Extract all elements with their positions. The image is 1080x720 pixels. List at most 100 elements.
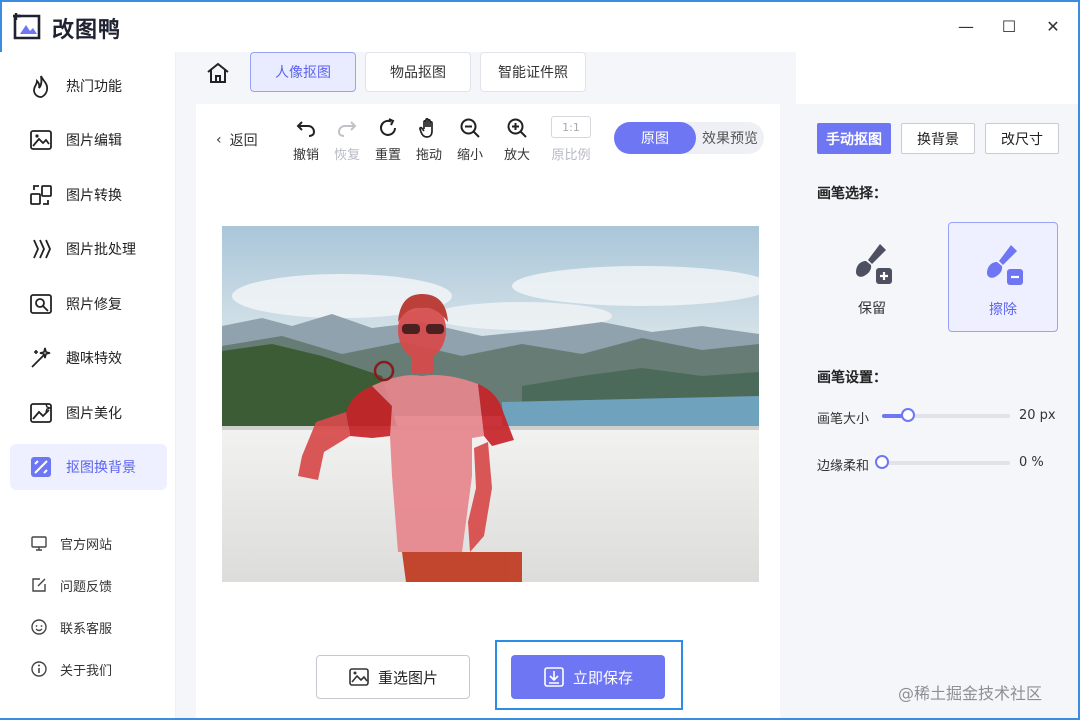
zoom-in-label: 放大 (503, 148, 530, 163)
home-icon[interactable] (205, 60, 231, 86)
sidebar-link-label: 官方网站 (60, 537, 113, 553)
sidebar-link-about[interactable]: 关于我们 (30, 658, 112, 680)
undo-icon (296, 121, 316, 137)
download-icon (544, 667, 564, 687)
brush-size-value: 20 px (1019, 408, 1056, 423)
brush-erase-option[interactable]: 擦除 (948, 222, 1058, 332)
edge-feather-slider[interactable] (875, 455, 1010, 469)
close-button[interactable]: ✕ (1041, 14, 1065, 38)
sidebar-item-label: 抠图换背景 (66, 460, 136, 476)
title-bar: 改图鸭 — ☐ ✕ (0, 0, 1080, 52)
view-original-button[interactable]: 原图 (614, 122, 696, 154)
zoom-out-label: 缩小 (456, 148, 483, 163)
brush-keep-label: 保留 (858, 301, 886, 317)
brush-erase-icon (987, 245, 1023, 285)
watermark: @稀土掘金技术社区 (898, 684, 1043, 703)
sidebar-link-label: 问题反馈 (60, 579, 113, 595)
back-button[interactable]: ‹ 返回 (216, 130, 258, 150)
sidebar-item-label: 图片美化 (66, 406, 122, 422)
change-background-button[interactable]: 换背景 (901, 123, 975, 154)
sidebar-item-label: 趣味特效 (66, 351, 122, 367)
sidebar-item-image-edit[interactable]: 图片编辑 (10, 117, 167, 163)
brush-size-label: 画笔大小 (817, 412, 870, 427)
app-logo-icon (13, 13, 41, 40)
minimize-icon: — (958, 16, 974, 36)
reselect-image-button[interactable]: 重选图片 (316, 655, 470, 699)
close-icon: ✕ (1046, 16, 1060, 36)
reselect-label: 重选图片 (377, 668, 438, 687)
edge-feather-value: 0 % (1019, 455, 1044, 470)
maximize-icon: ☐ (1001, 16, 1017, 36)
reset-button[interactable]: 重置 (368, 116, 408, 166)
redo-button[interactable]: 恢复 (327, 116, 367, 166)
beautify-icon (30, 403, 53, 423)
image-edit-icon (30, 130, 52, 150)
sidebar-link-support[interactable]: 联系客服 (30, 616, 112, 638)
brush-settings-title: 画笔设置： (817, 370, 887, 386)
sidebar-link-label: 关于我们 (60, 663, 113, 679)
brush-keep-icon (856, 244, 892, 284)
drag-button[interactable]: 拖动 (409, 116, 449, 166)
cutout-icon (31, 457, 51, 477)
sidebar-item-hot[interactable]: 热门功能 (10, 63, 167, 109)
back-label: 返回 (229, 133, 258, 149)
tab-id-photo[interactable]: 智能证件照 (480, 52, 586, 92)
hand-icon (419, 118, 433, 138)
manual-cutout-button[interactable]: 手动抠图 (817, 123, 891, 154)
drag-label: 拖动 (415, 148, 442, 163)
monitor-icon (31, 536, 47, 551)
flame-icon (33, 75, 49, 98)
view-toggle: 原图 效果预览 (614, 122, 764, 154)
batch-icon (33, 239, 51, 259)
minimize-button[interactable]: — (954, 14, 978, 38)
original-ratio-label: 原比例 (551, 148, 591, 163)
tab-object-cutout[interactable]: 物品抠图 (365, 52, 471, 92)
brush-size-slider[interactable] (882, 408, 1010, 422)
ratio-icon: 1:1 (551, 116, 591, 138)
sidebar-link-website[interactable]: 官方网站 (30, 532, 112, 554)
edge-feather-label: 边缘柔和 (817, 459, 870, 474)
save-label: 立即保存 (572, 668, 633, 687)
sidebar-item-convert[interactable]: 图片转换 (10, 172, 167, 218)
sidebar-item-label: 图片转换 (66, 188, 122, 204)
app-title: 改图鸭 (52, 18, 122, 43)
sidebar-link-label: 联系客服 (60, 621, 113, 637)
sidebar-link-feedback[interactable]: 问题反馈 (30, 574, 112, 596)
zoom-out-button[interactable]: 缩小 (450, 116, 490, 166)
sidebar-item-label: 图片批处理 (66, 242, 136, 258)
sidebar-item-effects[interactable]: 趣味特效 (10, 335, 167, 381)
brush-erase-label: 擦除 (989, 302, 1017, 318)
sidebar-item-batch[interactable]: 图片批处理 (10, 226, 167, 272)
tab-portrait-cutout[interactable]: 人像抠图 (250, 52, 356, 92)
maximize-button[interactable]: ☐ (997, 14, 1021, 38)
save-button[interactable]: 立即保存 (511, 655, 665, 699)
image-icon (349, 668, 369, 686)
reset-icon (380, 118, 396, 136)
sidebar-item-label: 热门功能 (66, 79, 122, 95)
resize-button[interactable]: 改尺寸 (985, 123, 1059, 154)
undo-label: 撤销 (292, 148, 319, 163)
brush-select-title: 画笔选择： (817, 186, 887, 202)
repair-icon (30, 294, 52, 314)
edge-feather-knob[interactable] (875, 455, 889, 469)
redo-icon (337, 121, 357, 137)
feedback-icon (32, 578, 46, 592)
sidebar-item-cutout[interactable]: 抠图换背景 (10, 444, 167, 490)
info-icon (31, 661, 47, 677)
original-ratio-button[interactable]: 1:1 原比例 (551, 116, 591, 166)
sparkle-icon (31, 347, 51, 368)
convert-icon (30, 185, 52, 205)
undo-button[interactable]: 撤销 (286, 116, 326, 166)
support-icon (31, 619, 47, 635)
zoom-in-icon (507, 118, 527, 138)
brush-size-knob[interactable] (900, 408, 915, 422)
view-preview-button[interactable]: 效果预览 (696, 122, 764, 154)
reset-label: 重置 (374, 148, 401, 163)
sidebar-item-label: 照片修复 (66, 297, 122, 313)
sidebar-item-beautify[interactable]: 图片美化 (10, 390, 167, 436)
sidebar-item-repair[interactable]: 照片修复 (10, 281, 167, 327)
zoom-out-icon (460, 118, 480, 138)
brush-keep-option[interactable]: 保留 (817, 222, 927, 332)
photo-canvas[interactable] (222, 226, 759, 582)
zoom-in-button[interactable]: 放大 (497, 116, 537, 166)
